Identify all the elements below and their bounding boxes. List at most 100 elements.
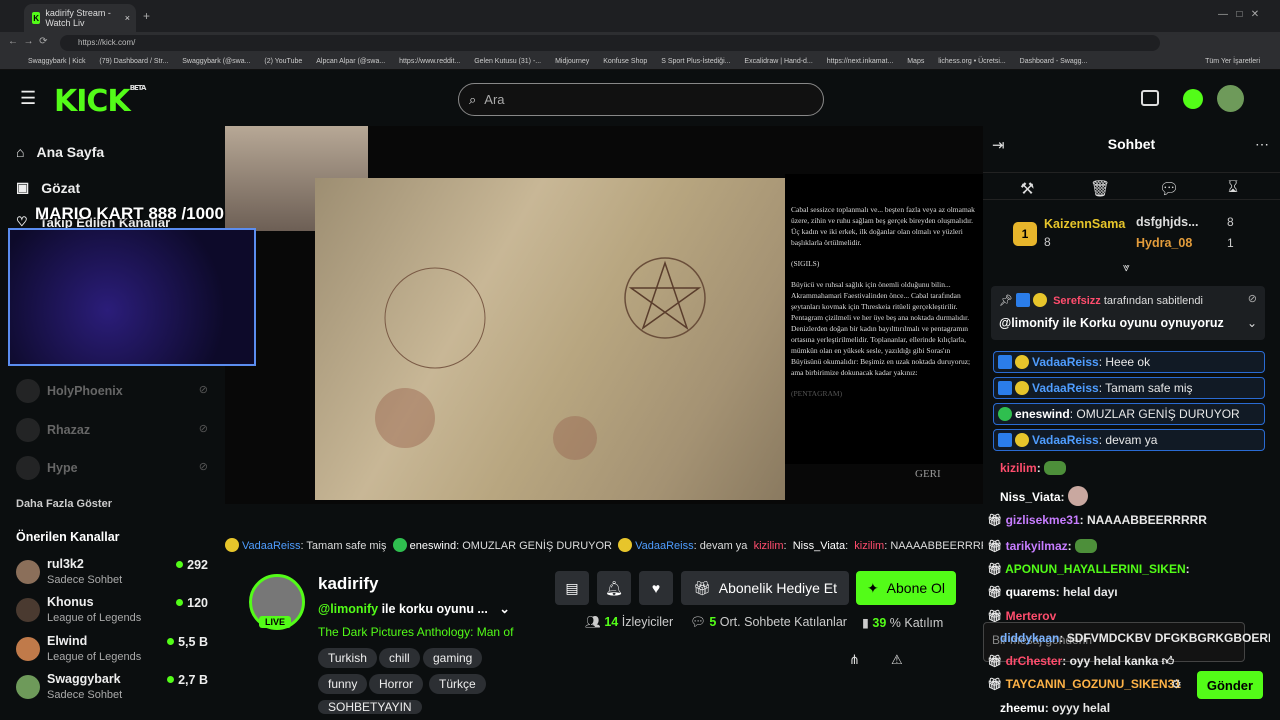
chat-message[interactable]: Niss_Viata: [1000, 486, 1270, 506]
share-icon[interactable]: ⋔ [849, 652, 860, 668]
chat-message[interactable]: 🎁︎ TAYCANIN_GOZUNU_SIKEN31 [987, 677, 1187, 691]
avatar [16, 418, 40, 442]
bookmark[interactable]: Maps [907, 54, 924, 69]
bookmark[interactable]: S Sport Plus-İstediği... [661, 54, 730, 69]
kick-studio-icon[interactable] [1141, 90, 1159, 106]
chat-message[interactable]: 🎁︎ drChester: oyy helal kanka 👍︎ [987, 654, 1257, 669]
site-header: ☰ KICKBETA ⌕ [0, 70, 1280, 126]
leader-name[interactable]: dsfghjds... [1136, 215, 1199, 229]
nav-back-forward-icons[interactable]: ← → ⟳ [8, 36, 48, 47]
search-input[interactable] [484, 92, 785, 107]
search-box[interactable]: ⌕ [458, 83, 824, 116]
bookmark[interactable]: Alpcan Alpar (@swa... [316, 54, 385, 69]
hammer-icon[interactable]: ⚒ [1020, 179, 1034, 199]
chat-message[interactable]: zheemu: oyyy helal [1000, 701, 1270, 715]
tag-chill[interactable]: chill [379, 648, 420, 668]
leader-name[interactable]: KaizennSama [1044, 217, 1125, 231]
chevron-down-icon[interactable]: ⌄ [499, 602, 509, 616]
batman-badge-icon [1015, 355, 1029, 369]
batman-badge-icon [225, 538, 239, 552]
gift-sub-button[interactable]: 🎁︎ Abonelik Hediye Et [681, 571, 849, 605]
followed-channel-holyphoenix[interactable]: HolyPhoenix ⊘ [16, 376, 216, 406]
bookmark[interactable]: https://next.inkamat... [827, 54, 894, 69]
bookmark[interactable]: Swaggybark (@swa... [182, 54, 250, 69]
more-options-icon[interactable]: ⋯ [1255, 136, 1269, 153]
gift-icon: 🎁︎ [987, 609, 1003, 623]
chat-message[interactable]: 🎁︎ quarems: helal dayı [987, 585, 1257, 599]
kick-coin-icon[interactable] [1183, 89, 1203, 109]
bookmark[interactable]: lichess.org • Ücretsi... [938, 54, 1005, 69]
followed-channel-rhazaz[interactable]: Rhazaz ⊘ [16, 415, 216, 445]
hourglass-icon[interactable]: ⌛︎ [1228, 179, 1238, 197]
send-button[interactable]: Gönder [1197, 671, 1263, 699]
window-controls[interactable]: — □ ✕ [1218, 9, 1259, 20]
tag-gaming[interactable]: gaming [423, 648, 483, 668]
settings-gear-icon[interactable]: ⚙ [1171, 677, 1182, 691]
bookmark[interactable]: Dashboard - Swagg... [1020, 54, 1088, 69]
subscribe-button[interactable]: ✦ Abone Ol [856, 571, 956, 605]
expand-leaderboard-icon[interactable]: ⩔ [1123, 260, 1130, 275]
rank-badge: 1 [1013, 222, 1037, 246]
chat-bubble-icon[interactable]: 💬︎ [1159, 179, 1179, 199]
viewers-icon: 👥︎ [585, 615, 601, 629]
chat-message[interactable]: 🎁︎ APONUN_HAYALLERINI_SIKEN: [987, 562, 1257, 576]
bell-icon: 🔔︎ [605, 579, 623, 596]
close-tab-icon[interactable]: × [125, 13, 130, 23]
tag-horror[interactable]: Horror [369, 674, 424, 694]
chevron-down-icon[interactable]: ⌄ [1247, 316, 1257, 330]
nav-home[interactable]: ⌂ Ana Sayfa [16, 144, 104, 160]
notification-button[interactable]: 🔔︎ [597, 571, 631, 605]
browser-tab[interactable]: K kadirify Stream - Watch Liv × [24, 4, 136, 32]
gift-icon: 🎁︎ [987, 539, 1003, 553]
sparkle-icon: ✦ [866, 579, 879, 596]
url-field[interactable]: https://kick.com/ [60, 35, 1160, 51]
channel-name[interactable]: kadirify [318, 574, 378, 594]
chat-message[interactable]: 🎁︎ tarikyilmaz: [987, 539, 1257, 553]
recommended-channel-elwind[interactable]: Elwind League of Legends 5,5 B [16, 634, 216, 664]
recommended-channel-khonus[interactable]: Khonus League of Legends 120 [16, 595, 216, 625]
bookmark[interactable]: Gelen Kutusu (31) -... [474, 54, 541, 69]
stream-category[interactable]: The Dark Pictures Anthology: Man of Meda… [318, 625, 514, 639]
bookmark[interactable]: Excalidraw | Hand-d... [744, 54, 812, 69]
bookmark[interactable]: (2) YouTube [264, 54, 302, 69]
tag-turkish[interactable]: Turkish [318, 648, 377, 668]
new-tab-icon[interactable]: + [143, 9, 150, 23]
chat-message[interactable]: VadaaReiss: devam ya [993, 429, 1265, 451]
tag-turkce[interactable]: Türkçe [429, 674, 486, 694]
heart-icon: ♥ [651, 580, 661, 596]
tag-sohbetyayin[interactable]: SOHBETYAYIN [318, 700, 422, 714]
bookmark[interactable]: Midjourney [555, 54, 589, 69]
unpin-icon[interactable]: ⊘ [1248, 292, 1257, 305]
follow-button[interactable]: ♥ [639, 571, 673, 605]
mod-badge-icon [998, 355, 1012, 369]
kick-logo[interactable]: KICKBETA [54, 84, 146, 119]
recommended-channel-rul3k2[interactable]: rul3k2 Sadece Sohbet 292 [16, 557, 216, 587]
chat-message[interactable]: 🎁︎ Merterov [987, 609, 1257, 623]
followed-channel-hype[interactable]: Hype ⊘ [16, 453, 216, 483]
chat-message[interactable]: VadaaReiss: Heee ok [993, 351, 1265, 373]
report-icon[interactable]: ⚠ [891, 652, 903, 668]
tag-funny[interactable]: funny [318, 674, 368, 694]
bookmark[interactable]: Konfuse Shop [603, 54, 647, 69]
video-player[interactable]: Cabal sessizce toplanmalı ve... beşten f… [225, 126, 983, 504]
hamburger-menu-icon[interactable]: ☰ [20, 88, 36, 109]
nav-browse[interactable]: ▣ Gözat [16, 179, 80, 196]
bookmark[interactable]: Swaggybark | Kick [28, 54, 85, 69]
all-bookmarks[interactable]: Tüm Yer İşaretleri [1205, 54, 1260, 69]
bookmark[interactable]: https://www.reddit... [399, 54, 460, 69]
leader-name[interactable]: Hydra_08 [1136, 236, 1192, 250]
user-avatar[interactable] [1217, 85, 1244, 112]
chat-message[interactable]: VadaaReiss: Tamam safe miş [993, 377, 1265, 399]
gift-icon: 🎁︎ [987, 654, 1003, 668]
avatar [16, 598, 40, 622]
chat-message[interactable]: kizilim: [1000, 461, 1270, 475]
chat-message[interactable]: 🎁︎ gizlisekme31: NAAAABBEERRRRR [987, 513, 1257, 527]
bookmark[interactable]: (79) Dashboard / Str... [99, 54, 168, 69]
recommended-channel-swaggybark[interactable]: Swaggybark Sadece Sohbet 2,7 B [16, 672, 216, 702]
chat-message[interactable]: diddykaan: SDFVMDCKBV DFGKBGRKGBOERFMDÖG… [1000, 631, 1270, 645]
chat-message[interactable]: eneswind: OMUZLAR GENİŞ DURUYOR [993, 403, 1265, 425]
trash-icon[interactable]: 🗑︎ [1090, 179, 1110, 199]
pinned-text: @limonify ile Korku oyunu oynuyoruz [999, 316, 1224, 330]
show-more-link[interactable]: Daha Fazla Göster [16, 498, 112, 510]
clip-button[interactable]: ▤ [555, 571, 589, 605]
